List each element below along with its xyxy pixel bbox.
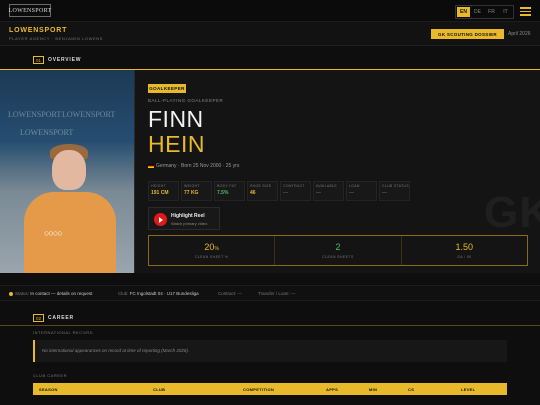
- stat-key: HEIGHT: [151, 184, 167, 188]
- col-apps[interactable]: APPS: [326, 387, 338, 392]
- stat-club-status: CLUB STATUS —: [379, 181, 410, 201]
- report-date: April 2026: [508, 31, 531, 37]
- kpi-value: 1.50: [455, 242, 474, 252]
- highlight-subtitle: Watch primary video: [171, 221, 208, 226]
- bio-text: Germany · Born 25 Nov 2000 · 25 yrs: [156, 163, 240, 169]
- stat-value: —: [316, 190, 321, 196]
- player-hero: LOWENSPORT LOWENSPORT LOWENSPORT ○○○○ GO…: [0, 70, 540, 273]
- kpi-clean-sheet-pct: 20% CLEAN SHEET %: [149, 236, 276, 265]
- col-level[interactable]: LEVEL: [461, 387, 475, 392]
- stat-tiles: HEIGHT 191 CM WEIGHT 77 KG BODY FAT 7.5% SH…: [148, 181, 410, 201]
- section-title: CAREER: [48, 315, 74, 321]
- stat-contract: CONTRACT —: [280, 181, 311, 201]
- stat-key: CLUB STATUS: [382, 184, 409, 188]
- language-switcher: EN DE FR IT: [455, 5, 514, 19]
- hamburger-menu-icon[interactable]: [520, 7, 531, 16]
- gk-dossier-button[interactable]: GK SCOUTING DOSSIER: [431, 29, 504, 39]
- logo[interactable]: LOWENSPORT: [9, 4, 51, 17]
- kpi-strip: 20% CLEAN SHEET % 2 CLEAN SHEETS 1.50 GA…: [148, 235, 528, 266]
- lang-it[interactable]: IT: [499, 7, 512, 17]
- position-badge: GOALKEEPER: [148, 84, 186, 93]
- stat-value: 7.5%: [217, 190, 229, 196]
- kpi-value: 20%: [204, 242, 219, 252]
- kpi-label: CLEAN SHEET %: [194, 255, 229, 259]
- lang-de[interactable]: DE: [471, 7, 484, 17]
- stat-available: AVAILABLE —: [313, 181, 344, 201]
- section-divider: [0, 325, 540, 326]
- photo-watermark: LOWENSPORT: [62, 110, 116, 119]
- career-table-header: SEASON CLUB COMPETITION APPS MIN CS LEVE…: [33, 383, 507, 395]
- player-photo: LOWENSPORT LOWENSPORT LOWENSPORT ○○○○: [0, 70, 135, 273]
- stat-shoe-size: SHOE SIZE 46: [247, 181, 278, 201]
- intl-record-label: INTERNATIONAL RECORD: [33, 330, 94, 335]
- contract-item: Contract: —: [218, 291, 243, 296]
- section-title: OVERVIEW: [48, 57, 82, 63]
- stat-key: AVAILABLE: [316, 184, 338, 188]
- col-competition[interactable]: COMPETITION: [243, 387, 274, 392]
- top-bar: LOWENSPORT EN DE FR IT: [0, 0, 540, 22]
- photo-watermark: LOWENSPORT: [20, 128, 74, 137]
- section-number: 01: [33, 56, 44, 64]
- stat-value: 191 CM: [151, 190, 169, 196]
- col-season[interactable]: SEASON: [39, 387, 58, 392]
- player-bio: Germany · Born 25 Nov 2000 · 25 yrs: [148, 163, 239, 169]
- stat-key: WEIGHT: [184, 184, 200, 188]
- club-item: Club: FC Ingolstadt 04 · U17 Bundesliga: [118, 291, 199, 296]
- stat-value: —: [283, 190, 288, 196]
- play-icon: [154, 213, 167, 226]
- kpi-clean-sheets: 2 CLEAN SHEETS: [275, 236, 402, 265]
- stat-value: 77 KG: [184, 190, 199, 196]
- intl-notice-text: No international appearances on record a…: [42, 348, 190, 353]
- kpi-label: CLEAN SHEETS: [322, 255, 354, 259]
- career-section-header: 02 CAREER: [0, 307, 540, 331]
- stat-value: 46: [250, 190, 256, 196]
- club-career-label: CLUB CAREER: [33, 373, 67, 378]
- transfer-item: Transfer / Loan: —: [258, 291, 296, 296]
- col-club[interactable]: CLUB: [153, 387, 165, 392]
- player-role: BALL-PLAYING GOALKEEPER: [148, 98, 224, 103]
- player-jersey: [24, 192, 116, 273]
- photo-watermark: LOWENSPORT: [8, 110, 62, 119]
- player-last-name: HEIN: [148, 131, 205, 157]
- lang-en[interactable]: EN: [457, 7, 470, 17]
- player-first-name: FINN: [148, 106, 204, 132]
- intl-notice: No international appearances on record a…: [33, 340, 507, 362]
- germany-flag-icon: [148, 163, 154, 168]
- stat-value: —: [349, 190, 354, 196]
- stat-key: LOAN: [349, 184, 360, 188]
- status-dot-icon: [9, 291, 13, 296]
- highlight-title: Highlight Reel: [171, 213, 205, 219]
- status-bar: Status: In contact — details on request …: [0, 285, 540, 301]
- stat-body-fat: BODY FAT 7.5%: [214, 181, 245, 201]
- lang-fr[interactable]: FR: [485, 7, 498, 17]
- agency-subtitle: PLAYER AGENCY · BENJAMIN LOWENS: [9, 36, 104, 41]
- section-number: 02: [33, 314, 44, 322]
- jersey-logo-icon: ○○○○: [44, 228, 63, 238]
- kpi-label: GA / 90: [457, 255, 472, 259]
- highlight-reel-button[interactable]: Highlight Reel Watch primary video: [148, 207, 220, 230]
- gk-watermark: GK: [484, 188, 540, 237]
- kpi-value: 2: [335, 242, 341, 252]
- kpi-ga-per-90: 1.50 GA / 90: [402, 236, 527, 265]
- stat-height: HEIGHT 191 CM: [148, 181, 179, 201]
- col-cs[interactable]: CS: [408, 387, 414, 392]
- status-item: Status: In contact — details on request: [9, 291, 92, 296]
- stat-value: —: [382, 190, 387, 196]
- stat-key: SHOE SIZE: [250, 184, 272, 188]
- stat-key: CONTRACT: [283, 184, 305, 188]
- stat-loan: LOAN —: [346, 181, 377, 201]
- agency-brand: LOWENSPORT: [9, 27, 68, 34]
- player-head: [52, 150, 86, 190]
- stat-weight: WEIGHT 77 KG: [181, 181, 212, 201]
- stat-key: BODY FAT: [217, 184, 237, 188]
- col-min[interactable]: MIN: [369, 387, 377, 392]
